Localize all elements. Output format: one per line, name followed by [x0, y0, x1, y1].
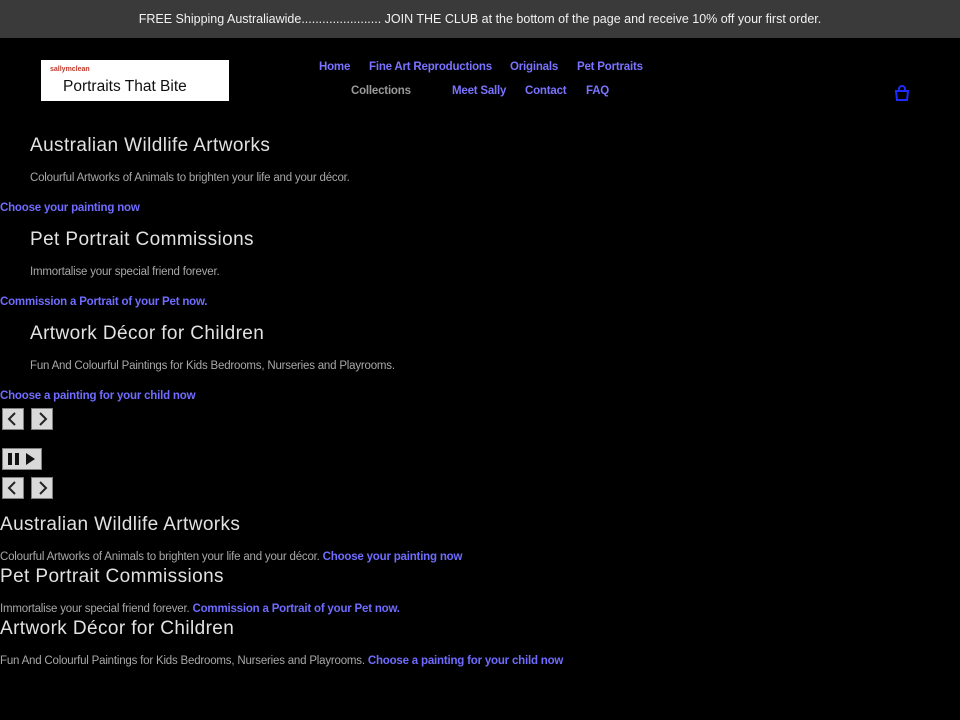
slide-1-link[interactable]: Choose your painting now [0, 202, 140, 214]
list-1-title: Australian Wildlife Artworks [0, 514, 241, 535]
nav-home[interactable]: Home [319, 61, 350, 73]
logo-brand-main: Portraits That Bite [63, 78, 187, 95]
chevron-right-icon [39, 412, 48, 426]
slide-3-link[interactable]: Choose a painting for your child now [0, 390, 196, 402]
pause-icon [8, 453, 19, 465]
nav-faq[interactable]: FAQ [586, 85, 609, 97]
list-3-text: Fun And Colourful Paintings for Kids Bed… [0, 655, 365, 667]
slide-2-link[interactable]: Commission a Portrait of your Pet now. [0, 296, 208, 308]
list-2-link[interactable]: Commission a Portrait of your Pet now. [193, 603, 401, 615]
site-logo[interactable]: sallymclean Portraits That Bite [41, 60, 229, 101]
list-3-row: Fun And Colourful Paintings for Kids Bed… [0, 655, 563, 667]
chevron-left-icon [7, 481, 16, 495]
chevron-left-icon [7, 412, 16, 426]
play-pause-button[interactable] [2, 448, 42, 470]
announcement-bar: FREE Shipping Australiawide.............… [0, 0, 960, 38]
nav-pet-portraits[interactable]: Pet Portraits [577, 61, 643, 73]
chevron-right-icon [39, 481, 48, 495]
nav-originals[interactable]: Originals [510, 61, 558, 73]
list-1-row: Colourful Artworks of Animals to brighte… [0, 551, 462, 563]
prev-button[interactable] [2, 408, 24, 430]
nav-meet-sally[interactable]: Meet Sally [452, 85, 506, 97]
announcement-text: FREE Shipping Australiawide.............… [138, 12, 822, 26]
bag-icon[interactable] [893, 84, 911, 102]
play-icon [26, 453, 35, 465]
list-3-title: Artwork Décor for Children [0, 618, 235, 639]
slide-3-text: Fun And Colourful Paintings for Kids Bed… [30, 360, 395, 372]
nav-fine-art-reproductions[interactable]: Fine Art Reproductions [369, 61, 492, 73]
nav-collections[interactable]: Collections [351, 85, 411, 97]
list-3-link[interactable]: Choose a painting for your child now [368, 655, 564, 667]
pause-play-icons [8, 453, 35, 465]
list-2-title: Pet Portrait Commissions [0, 566, 224, 587]
slide-2-title: Pet Portrait Commissions [30, 229, 254, 250]
slide-1-title: Australian Wildlife Artworks [30, 135, 271, 156]
prev-button-2[interactable] [2, 477, 24, 499]
list-2-text: Immortalise your special friend forever. [0, 603, 190, 615]
slide-2-text: Immortalise your special friend forever. [30, 266, 220, 278]
next-button-2[interactable] [31, 477, 53, 499]
slide-1-text: Colourful Artworks of Animals to brighte… [30, 172, 350, 184]
list-1-link[interactable]: Choose your painting now [323, 551, 463, 563]
list-2-row: Immortalise your special friend forever.… [0, 603, 400, 615]
logo-brand-small: sallymclean [50, 66, 90, 73]
nav-contact[interactable]: Contact [525, 85, 567, 97]
next-button[interactable] [31, 408, 53, 430]
slide-3-title: Artwork Décor for Children [30, 323, 265, 344]
list-1-text: Colourful Artworks of Animals to brighte… [0, 551, 320, 563]
